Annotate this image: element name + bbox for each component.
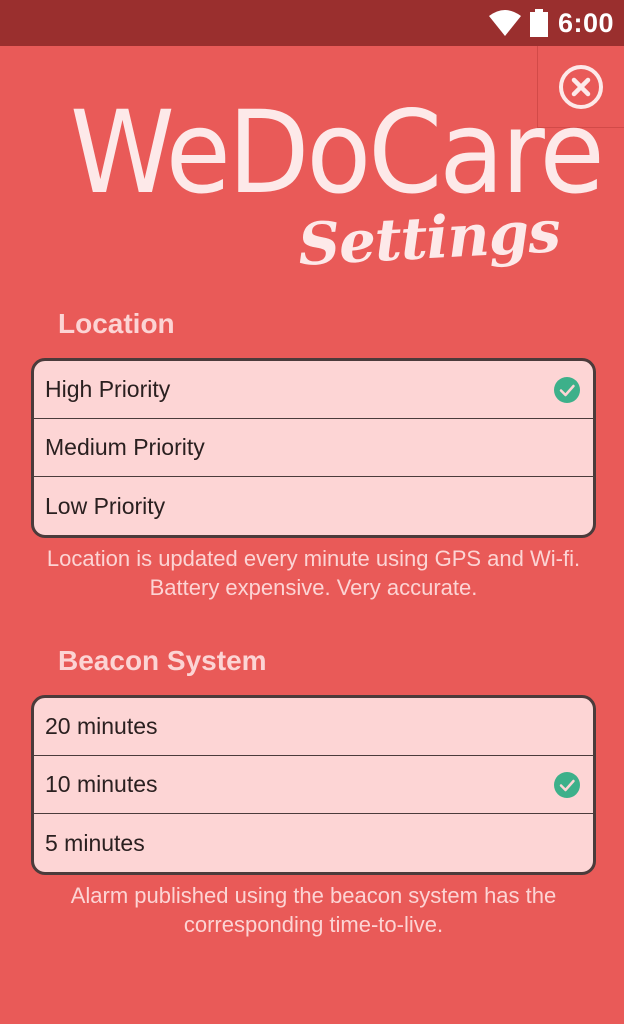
location-options-list: High Priority Medium Priority Low Priori… xyxy=(31,358,596,538)
beacon-description: Alarm published using the beacon system … xyxy=(70,883,557,937)
option-label: 5 minutes xyxy=(45,829,145,856)
beacon-section-title: Beacon System xyxy=(58,645,267,676)
status-bar: 6:00 xyxy=(0,0,624,46)
battery-icon xyxy=(529,9,548,37)
option-label: High Priority xyxy=(45,376,171,402)
option-label: 10 minutes xyxy=(45,771,158,797)
location-option-low[interactable]: Low Priority xyxy=(34,477,593,535)
wifi-icon xyxy=(488,10,521,36)
beacon-option-20[interactable]: 20 minutes xyxy=(34,698,593,756)
location-section-title: Location xyxy=(58,308,175,339)
option-label: Low Priority xyxy=(45,492,166,519)
option-label: Medium Priority xyxy=(45,434,205,460)
location-description: Location is updated every minute using G… xyxy=(46,546,581,600)
location-option-medium[interactable]: Medium Priority xyxy=(34,419,593,477)
check-icon xyxy=(554,376,580,403)
option-label: 20 minutes xyxy=(45,713,158,739)
status-time: 6:00 xyxy=(557,7,614,38)
location-option-high[interactable]: High Priority xyxy=(34,361,593,419)
beacon-options-list: 20 minutes 10 minutes 5 minutes xyxy=(31,695,596,875)
page-subtitle: Settings xyxy=(296,197,562,279)
check-icon xyxy=(554,771,580,798)
beacon-option-5[interactable]: 5 minutes xyxy=(34,814,593,872)
beacon-option-10[interactable]: 10 minutes xyxy=(34,756,593,814)
